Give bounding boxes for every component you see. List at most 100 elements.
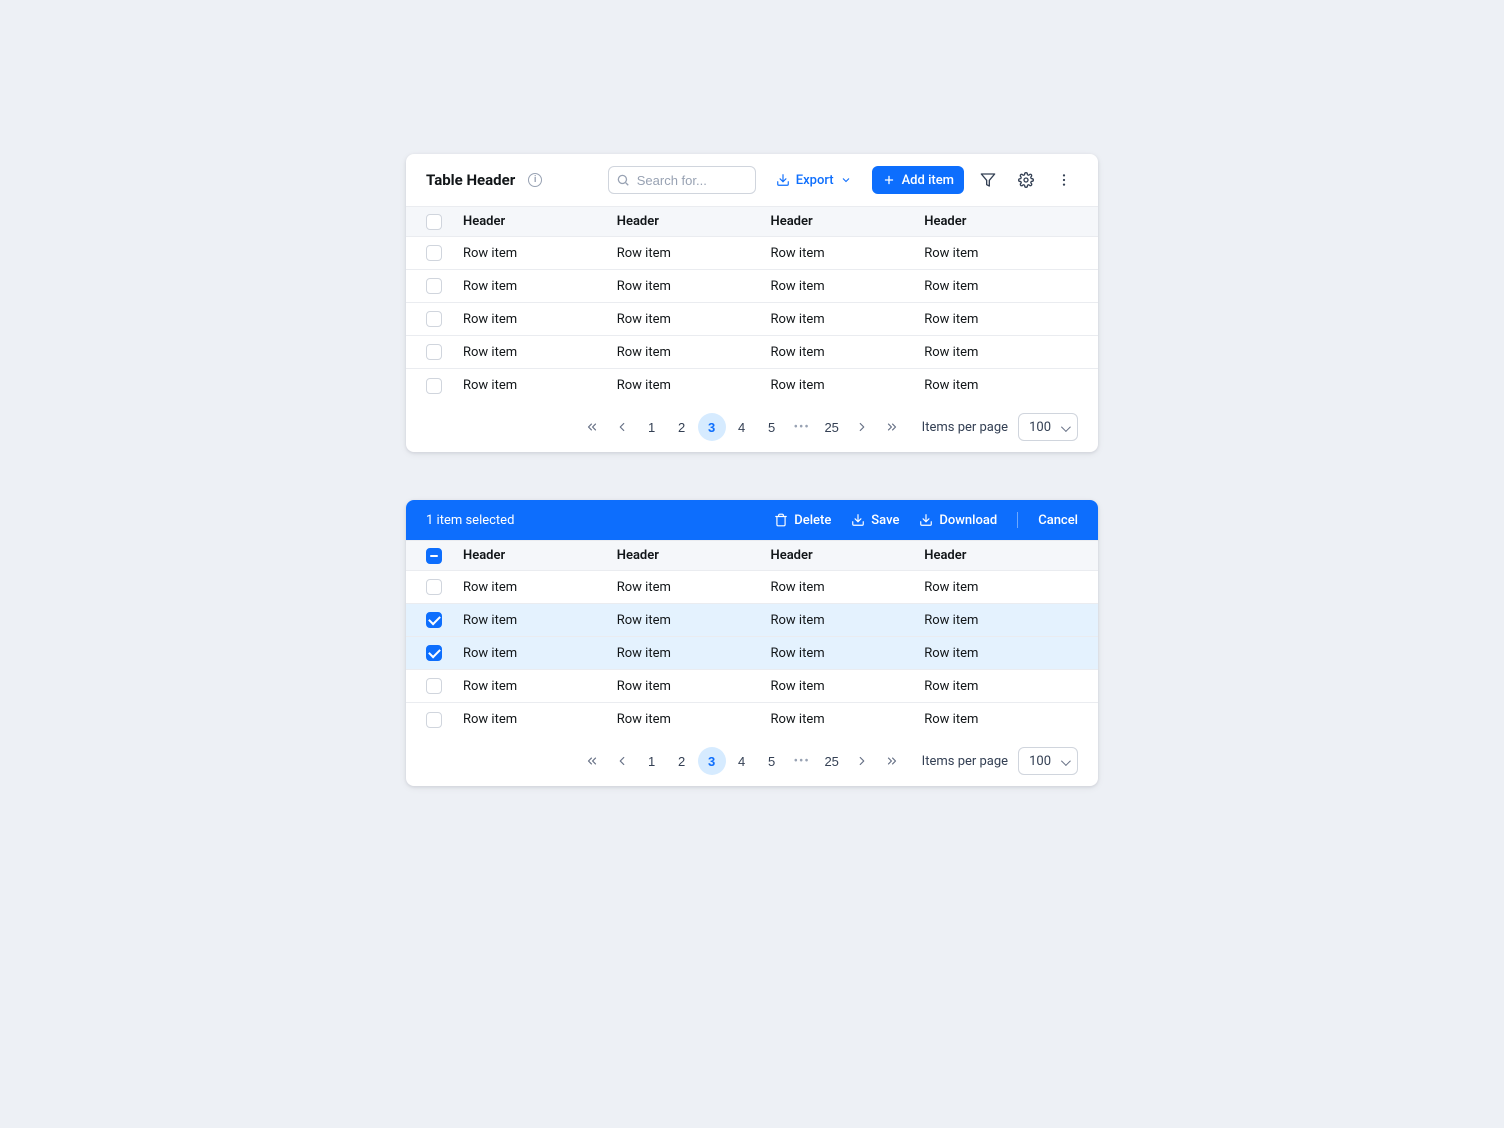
export-button[interactable]: Export (766, 166, 862, 194)
column-header[interactable]: Header (617, 214, 771, 229)
page-button[interactable]: 5 (758, 413, 786, 441)
filter-button[interactable] (974, 166, 1002, 194)
table-toolbar: Table Header i Export Add item (406, 154, 1098, 206)
search-input[interactable] (608, 166, 756, 194)
page-button[interactable]: 1 (638, 413, 666, 441)
selection-bar: 1 item selected Delete Save Download Can… (406, 500, 1098, 540)
table-row[interactable]: Row itemRow itemRow itemRow item (406, 703, 1098, 736)
table-cell: Row item (771, 345, 925, 360)
prev-page-button[interactable] (608, 747, 636, 775)
table-cell: Row item (463, 679, 617, 694)
table-cell: Row item (463, 279, 617, 294)
table-cell: Row item (924, 345, 1078, 360)
row-checkbox[interactable] (426, 678, 442, 694)
plus-icon (882, 173, 896, 187)
last-page-button[interactable] (878, 747, 906, 775)
column-header[interactable]: Header (617, 548, 771, 563)
page-size-select[interactable]: 100 (1018, 413, 1078, 441)
row-checkbox[interactable] (426, 344, 442, 360)
more-button[interactable] (1050, 166, 1078, 194)
gear-icon (1018, 172, 1034, 188)
pagination: 12345•••25Items per page100 (406, 736, 1098, 786)
table-row[interactable]: Row itemRow itemRow itemRow item (406, 270, 1098, 303)
column-header[interactable]: Header (771, 214, 925, 229)
table-row[interactable]: Row itemRow itemRow itemRow item (406, 670, 1098, 703)
table-cell: Row item (924, 279, 1078, 294)
table-cell: Row item (617, 312, 771, 327)
table-cell: Row item (463, 712, 617, 727)
table-cell: Row item (463, 345, 617, 360)
add-item-button[interactable]: Add item (872, 166, 964, 194)
delete-button[interactable]: Delete (774, 513, 831, 528)
page-button[interactable]: 3 (698, 747, 726, 775)
column-header[interactable]: Header (463, 214, 617, 229)
row-checkbox[interactable] (426, 278, 442, 294)
table-row[interactable]: Row itemRow itemRow itemRow item (406, 604, 1098, 637)
next-page-button[interactable] (848, 413, 876, 441)
table-title: Table Header (426, 171, 515, 189)
save-button[interactable]: Save (851, 513, 899, 528)
column-header[interactable]: Header (924, 548, 1078, 563)
table-cell: Row item (617, 712, 771, 727)
download-icon (851, 513, 865, 527)
table-cell: Row item (617, 580, 771, 595)
info-icon[interactable]: i (528, 173, 542, 187)
table-cell: Row item (771, 312, 925, 327)
table-cell: Row item (463, 246, 617, 261)
table-cell: Row item (771, 378, 925, 393)
search-field (608, 166, 756, 194)
page-button[interactable]: 4 (728, 413, 756, 441)
column-header[interactable]: Header (463, 548, 617, 563)
first-page-button[interactable] (578, 747, 606, 775)
table-row[interactable]: Row itemRow itemRow itemRow item (406, 303, 1098, 336)
chevron-down-icon (840, 174, 852, 186)
row-checkbox[interactable] (426, 311, 442, 327)
more-vertical-icon (1056, 172, 1072, 188)
next-page-button[interactable] (848, 747, 876, 775)
row-checkbox[interactable] (426, 645, 442, 661)
cancel-button[interactable]: Cancel (1038, 513, 1078, 528)
page-button[interactable]: 4 (728, 747, 756, 775)
page-size-select[interactable]: 100 (1018, 747, 1078, 775)
page-button[interactable]: 25 (818, 747, 846, 775)
table-row[interactable]: Row itemRow itemRow itemRow item (406, 637, 1098, 670)
prev-page-button[interactable] (608, 413, 636, 441)
page-button[interactable]: 3 (698, 413, 726, 441)
row-checkbox[interactable] (426, 378, 442, 394)
settings-button[interactable] (1012, 166, 1040, 194)
page-button[interactable]: 1 (638, 747, 666, 775)
row-checkbox[interactable] (426, 579, 442, 595)
table-header-row: Header Header Header Header (406, 540, 1098, 571)
search-icon (616, 173, 630, 187)
last-page-button[interactable] (878, 413, 906, 441)
page-button[interactable]: 2 (668, 413, 696, 441)
download-button[interactable]: Download (919, 513, 997, 528)
table-row[interactable]: Row itemRow itemRow itemRow item (406, 571, 1098, 604)
page-button[interactable]: 25 (818, 413, 846, 441)
page-button[interactable]: 2 (668, 747, 696, 775)
pagination: 12345•••25 Items per page 100 (406, 402, 1098, 452)
row-checkbox[interactable] (426, 712, 442, 728)
row-checkbox[interactable] (426, 245, 442, 261)
page-button[interactable]: 5 (758, 747, 786, 775)
data-table-card: Table Header i Export Add item Header He… (406, 154, 1098, 452)
table-cell: Row item (463, 580, 617, 595)
table-cell: Row item (617, 646, 771, 661)
table-row[interactable]: Row itemRow itemRow itemRow item (406, 237, 1098, 270)
table-cell: Row item (617, 345, 771, 360)
column-header[interactable]: Header (771, 548, 925, 563)
table-cell: Row item (617, 679, 771, 694)
first-page-button[interactable] (578, 413, 606, 441)
table-row[interactable]: Row itemRow itemRow itemRow item (406, 336, 1098, 369)
items-per-page-label: Items per page (922, 754, 1008, 769)
items-per-page-label: Items per page (922, 420, 1008, 435)
row-checkbox[interactable] (426, 612, 442, 628)
table-row[interactable]: Row itemRow itemRow itemRow item (406, 369, 1098, 402)
column-header[interactable]: Header (924, 214, 1078, 229)
select-all-checkbox[interactable] (426, 548, 442, 564)
pagination-ellipsis: ••• (788, 413, 816, 441)
table-header-row: Header Header Header Header (406, 206, 1098, 237)
download-icon (919, 513, 933, 527)
select-all-checkbox[interactable] (426, 214, 442, 230)
download-icon (776, 173, 790, 187)
